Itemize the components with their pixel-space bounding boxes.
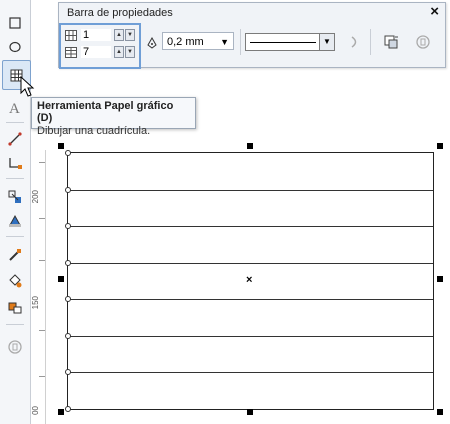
toolbar-separator <box>240 29 241 55</box>
ruler-label: 150 <box>31 296 40 310</box>
ruler-tick <box>39 218 45 219</box>
toolbar-separator <box>370 29 371 55</box>
tooltip-description: Dibujar una cuadrícula. <box>37 125 151 137</box>
toolbox: A <box>0 0 31 424</box>
connector-icon <box>9 158 22 169</box>
grid-row-line <box>68 226 433 227</box>
columns-input[interactable]: 1 <box>81 29 111 41</box>
grid-node <box>65 187 71 193</box>
ruler-tick <box>39 260 45 261</box>
rectangle-tool[interactable] <box>4 12 26 34</box>
tooltip: Herramienta Papel gráfico (D) Dibujar un… <box>31 97 196 137</box>
rows-up-button[interactable]: ▲ <box>114 46 124 58</box>
ruler-label: 00 <box>31 406 40 415</box>
rotation-center-mark[interactable]: × <box>246 274 252 286</box>
toolbox-separator <box>6 178 24 179</box>
blend-tool[interactable] <box>4 186 26 208</box>
outline-width-select[interactable]: 0,2 mm ▼ <box>162 32 234 50</box>
selection-handle-top[interactable] <box>247 143 253 149</box>
to-front-icon <box>384 35 398 49</box>
line-style-select[interactable]: ▼ <box>245 33 335 51</box>
selection-handle-right[interactable] <box>437 276 443 282</box>
grid-node <box>65 296 71 302</box>
tooltip-title: Herramienta Papel gráfico (D) <box>37 100 174 124</box>
ruler-label: 200 <box>31 190 40 204</box>
ellipse-icon <box>9 41 21 53</box>
selection-handle-bottom[interactable] <box>247 409 253 415</box>
text-icon: A <box>9 101 20 115</box>
rows-icon <box>65 46 77 58</box>
selection-handle-top-right[interactable] <box>437 143 443 149</box>
columns-spinner[interactable]: 1 ▲ ▼ <box>65 28 135 42</box>
transparency-tool[interactable] <box>4 210 26 232</box>
wrap-text-icon <box>351 36 357 48</box>
rows-down-button[interactable]: ▼ <box>125 46 135 58</box>
outline-button[interactable] <box>414 33 432 51</box>
grid-row-line <box>68 190 433 191</box>
transparency-icon <box>9 214 21 227</box>
ruler-tick <box>39 376 45 377</box>
smart-fill-icon <box>8 340 22 354</box>
ellipse-tool[interactable] <box>4 36 26 58</box>
grid-node <box>65 150 71 156</box>
grid-node <box>65 406 71 412</box>
grid-row-line <box>68 299 433 300</box>
line-style-preview <box>250 42 316 43</box>
interactive-fill-icon <box>8 302 22 314</box>
eyedropper-icon <box>9 249 21 261</box>
vertical-ruler: 200 150 00 <box>31 150 46 424</box>
chevron-down-icon[interactable]: ▼ <box>319 34 334 50</box>
grid-node <box>65 369 71 375</box>
columns-up-button[interactable]: ▲ <box>114 29 124 41</box>
ruler-tick <box>39 162 45 163</box>
smart-fill-tool[interactable] <box>4 336 26 358</box>
property-bar-title: Barra de propiedades <box>67 7 173 19</box>
grid-node <box>65 260 71 266</box>
columns-down-button[interactable]: ▼ <box>125 29 135 41</box>
ruler-tick <box>39 330 45 331</box>
selection-handle-bottom-left[interactable] <box>58 409 64 415</box>
svg-text:A: A <box>9 101 20 115</box>
columns-icon <box>65 29 77 41</box>
interactive-fill-tool[interactable] <box>4 296 26 318</box>
selection-handle-left[interactable] <box>58 276 64 282</box>
dimension-icon <box>8 132 22 146</box>
dimension-tool[interactable] <box>4 128 26 150</box>
wrap-text-button[interactable] <box>346 33 364 51</box>
grid-size-group: 1 ▲ ▼ 7 ▲ ▼ <box>59 23 141 69</box>
blend-icon <box>8 190 21 203</box>
to-front-button[interactable] <box>382 33 400 51</box>
outline-icon <box>416 35 430 49</box>
eyedropper-tool[interactable] <box>4 244 26 266</box>
close-button[interactable]: × <box>430 3 439 20</box>
grid-row-line <box>68 372 433 373</box>
rows-input[interactable]: 7 <box>81 46 111 58</box>
grid-row-line <box>68 263 433 264</box>
toolbox-separator <box>6 324 24 325</box>
connector-tool[interactable] <box>4 152 26 174</box>
chevron-down-icon: ▼ <box>220 37 229 47</box>
toolbox-separator <box>6 122 24 123</box>
property-bar: Barra de propiedades × 1 ▲ ▼ 7 ▲ ▼ 0,2 m… <box>58 2 446 69</box>
toolbox-separator <box>6 236 24 237</box>
outline-pen-icon <box>147 36 157 52</box>
rows-spinner[interactable]: 7 ▲ ▼ <box>65 45 135 59</box>
grid-row-line <box>68 336 433 337</box>
rectangle-icon <box>9 17 21 29</box>
fill-tool[interactable] <box>4 270 26 292</box>
grid-node <box>65 223 71 229</box>
grid-node <box>65 333 71 339</box>
selection-handle-bottom-right[interactable] <box>437 409 443 415</box>
selection-handle-top-left[interactable] <box>58 143 64 149</box>
outline-width-value: 0,2 mm <box>167 36 204 48</box>
cursor-pointer-icon <box>20 76 35 97</box>
fill-icon <box>9 274 22 288</box>
